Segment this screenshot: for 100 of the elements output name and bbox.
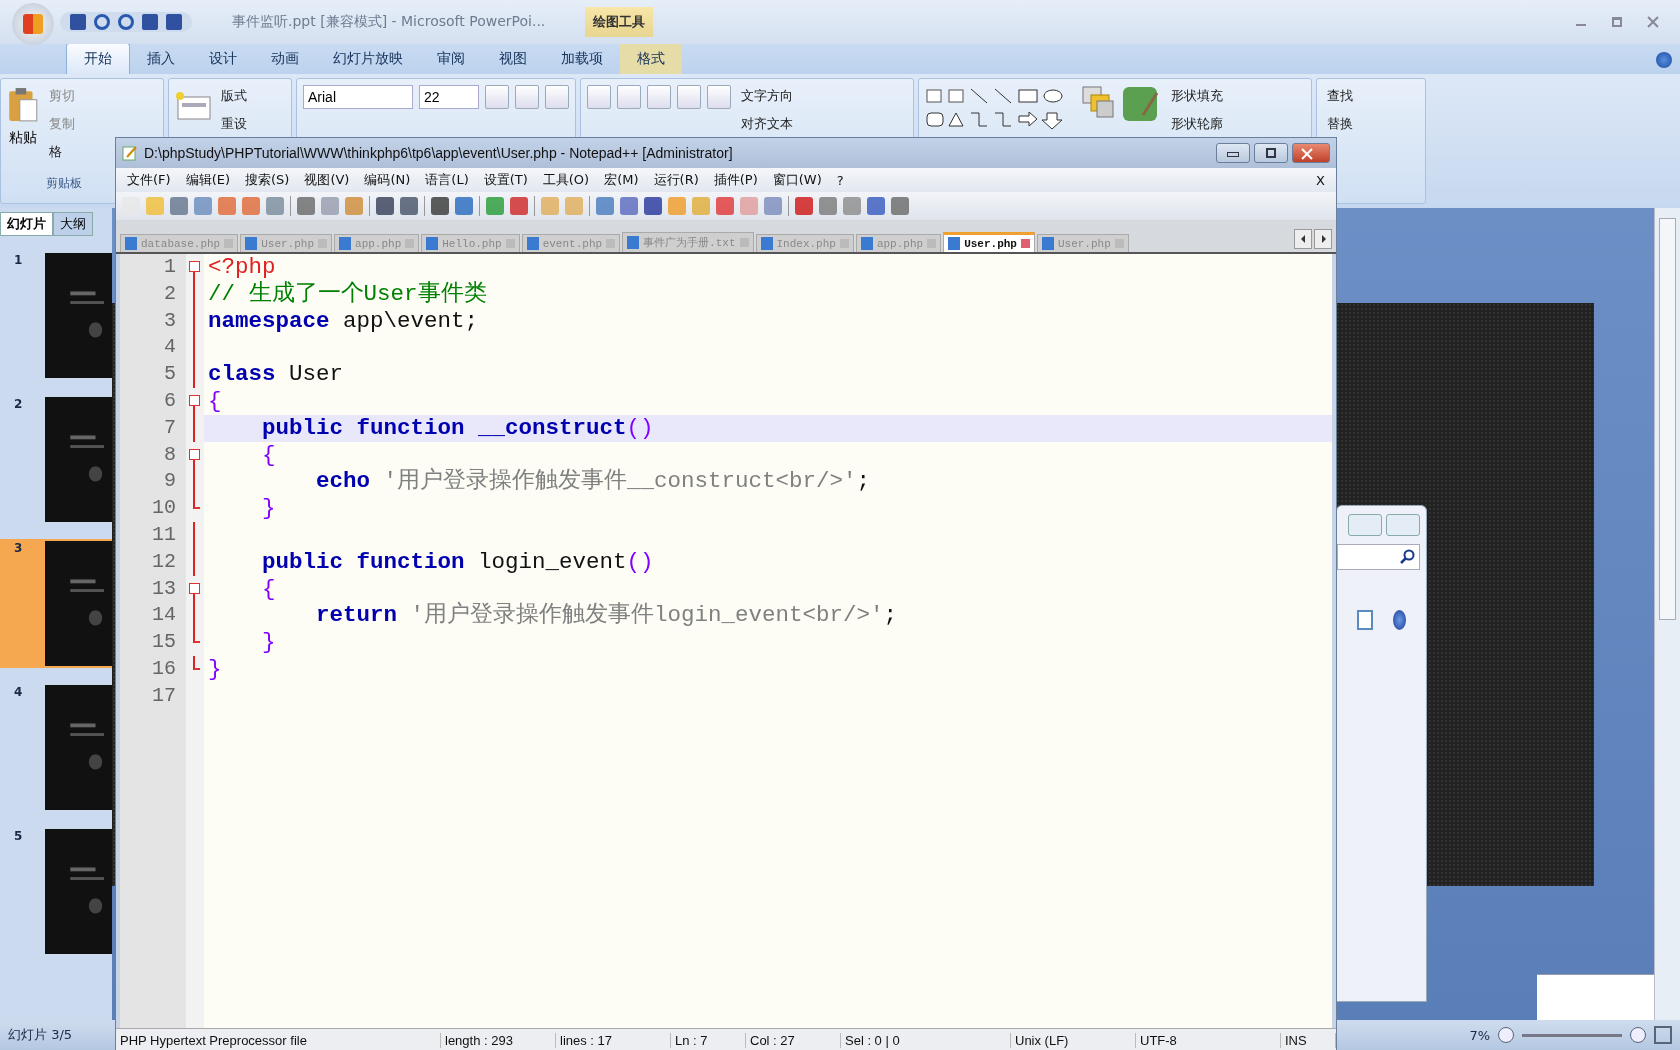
file-tab[interactable]: User.php <box>943 232 1035 252</box>
reset-button[interactable]: 重设 <box>217 113 251 135</box>
ribbon-tab[interactable]: 加载项 <box>544 44 620 74</box>
close-button[interactable] <box>1292 143 1330 163</box>
toolbar-icon[interactable] <box>321 197 339 215</box>
zoom-out-button[interactable] <box>1498 1027 1514 1043</box>
fold-toggle-icon[interactable] <box>189 582 200 594</box>
ribbon-tab[interactable]: 动画 <box>254 44 316 74</box>
toolbar-icon[interactable] <box>764 197 782 215</box>
toolbar-icon[interactable] <box>891 197 909 215</box>
toolbar-icon[interactable] <box>644 197 662 215</box>
menu-item[interactable]: 搜索(S) <box>238 171 297 189</box>
layout-button[interactable]: 版式 <box>217 85 251 107</box>
toolbar-icon[interactable] <box>218 197 236 215</box>
scrollbar[interactable] <box>1654 208 1680 1020</box>
font-name-field[interactable]: Arial <box>303 85 413 109</box>
menu-item[interactable]: 编辑(E) <box>178 171 237 189</box>
toolbar-icon[interactable] <box>740 197 758 215</box>
fit-window-icon[interactable] <box>1654 1026 1672 1044</box>
menu-item[interactable]: 宏(M) <box>597 171 646 189</box>
ribbon-tab[interactable]: 视图 <box>482 44 544 74</box>
toolbar-icon[interactable] <box>795 197 813 215</box>
menu-item[interactable]: 编码(N) <box>357 171 418 189</box>
office-button[interactable] <box>12 3 54 45</box>
replace-button[interactable]: 替换 <box>1323 113 1357 135</box>
arrange-icon[interactable] <box>1081 85 1115 119</box>
paste-button[interactable]: 粘贴 <box>7 85 39 147</box>
toolbar-icon[interactable] <box>541 197 559 215</box>
toolbar-icon[interactable] <box>242 197 260 215</box>
fold-toggle-icon[interactable] <box>189 261 200 272</box>
toolbar-icon[interactable] <box>431 197 449 215</box>
menu-item[interactable]: 视图(V) <box>297 171 357 189</box>
toolbar-icon[interactable] <box>400 197 418 215</box>
scroll-left-button[interactable] <box>1294 229 1312 249</box>
ribbon-tab[interactable]: 格式 <box>620 44 682 74</box>
toolbar-icon[interactable] <box>596 197 614 215</box>
status-text: PHP Hypertext Preprocessor file <box>116 1032 441 1048</box>
toolbar-icon[interactable] <box>486 197 504 215</box>
menu-item[interactable]: 窗口(W) <box>765 171 829 189</box>
fold-end-mark <box>194 667 200 670</box>
help-icon[interactable] <box>1656 52 1672 68</box>
ribbon-tab[interactable]: 开始 <box>66 43 130 74</box>
shape-fill-button[interactable]: 形状填充 <box>1167 85 1227 107</box>
slide-item[interactable]: 2 <box>0 395 112 524</box>
menu-item[interactable]: 插件(P) <box>706 171 765 189</box>
toolbar-icon[interactable] <box>692 197 710 215</box>
toolbar-icon[interactable] <box>455 197 473 215</box>
toolbar-icon[interactable] <box>194 197 212 215</box>
maximize-button[interactable] <box>1254 143 1288 163</box>
slide-item[interactable]: 5 <box>0 827 112 956</box>
menu-item[interactable]: ? <box>829 172 851 188</box>
slide-item[interactable]: 4 <box>0 683 112 812</box>
fold-toggle-icon[interactable] <box>189 448 200 460</box>
menu-item[interactable]: 设置(T) <box>476 171 535 189</box>
close-button[interactable] <box>1386 514 1420 536</box>
toolbar-icon[interactable] <box>565 197 583 215</box>
status-text: Unix (LF) <box>1011 1032 1136 1048</box>
menu-item[interactable]: 运行(R) <box>646 171 706 189</box>
font-size-field[interactable]: 22 <box>419 85 479 109</box>
restore-button[interactable] <box>1348 514 1382 536</box>
panel-icon[interactable] <box>1357 610 1373 630</box>
find-button[interactable]: 查找 <box>1323 85 1357 107</box>
ribbon-tab[interactable]: 插入 <box>130 44 192 74</box>
format-painter-button[interactable]: 格 <box>45 141 79 163</box>
zoom-in-button[interactable] <box>1630 1027 1646 1043</box>
toolbar-icon[interactable] <box>376 197 394 215</box>
help-icon[interactable] <box>1392 610 1406 630</box>
close-document-button[interactable]: X <box>1309 172 1332 188</box>
toolbar-icon[interactable] <box>843 197 861 215</box>
toolbar-icon[interactable] <box>297 197 315 215</box>
close-button[interactable] <box>1646 15 1660 29</box>
search-field[interactable] <box>1337 544 1420 570</box>
panel-tab[interactable]: 大纲 <box>53 212 93 236</box>
new-slide-icon[interactable] <box>175 91 211 121</box>
toolbar-icon[interactable] <box>620 197 638 215</box>
ribbon-tab[interactable]: 审阅 <box>420 44 482 74</box>
align-text-button[interactable]: 对齐文本 <box>737 113 797 135</box>
toolbar-icon[interactable] <box>146 197 164 215</box>
shape-outline-button[interactable]: 形状轮廓 <box>1167 113 1227 135</box>
fold-toggle-icon[interactable] <box>189 395 200 406</box>
text-direction-button[interactable]: 文字方向 <box>737 85 797 107</box>
toolbar-icon[interactable] <box>510 197 528 215</box>
minimize-button[interactable] <box>1216 143 1250 163</box>
toolbar-icon[interactable] <box>867 197 885 215</box>
slide-item[interactable]: 1 <box>0 251 112 380</box>
menu-item[interactable]: 文件(F) <box>120 171 178 189</box>
menu-item[interactable]: 语言(L) <box>418 171 476 189</box>
slide-item[interactable]: 3 <box>0 539 112 668</box>
ribbon-tab[interactable]: 幻灯片放映 <box>316 44 420 74</box>
toolbar-icon[interactable] <box>170 197 188 215</box>
menu-item[interactable]: 工具(O) <box>535 171 597 189</box>
toolbar-icon[interactable] <box>819 197 837 215</box>
toolbar-icon[interactable] <box>716 197 734 215</box>
toolbar-icon[interactable] <box>266 197 284 215</box>
notes-area[interactable] <box>1537 974 1654 1020</box>
toolbar-icon[interactable] <box>668 197 686 215</box>
ribbon-tab[interactable]: 设计 <box>192 44 254 74</box>
scroll-right-button[interactable] <box>1314 229 1332 249</box>
toolbar-icon[interactable] <box>345 197 363 215</box>
panel-tab[interactable]: 幻灯片 <box>0 212 53 236</box>
